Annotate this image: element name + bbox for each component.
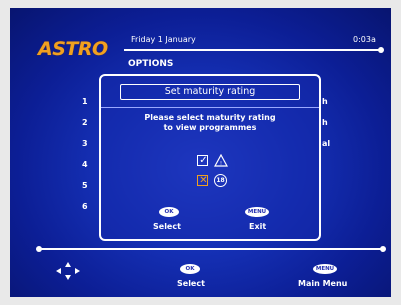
select-button-label[interactable]: Select bbox=[153, 222, 181, 231]
svg-text:!: ! bbox=[220, 161, 222, 167]
current-time: 0:03a bbox=[353, 35, 376, 44]
dialog-divider bbox=[101, 107, 319, 108]
row-number-4: 4 bbox=[82, 160, 88, 169]
maturity-rating-dialog: Set maturity rating Please select maturi… bbox=[99, 74, 321, 241]
astro-logo: ASTRO bbox=[38, 38, 108, 60]
row-number-3: 3 bbox=[82, 139, 88, 148]
page-title: OPTIONS bbox=[128, 59, 174, 69]
footer-menu-key-icon[interactable]: MENU bbox=[313, 264, 337, 274]
header-divider bbox=[124, 47, 384, 53]
checkbox-checked[interactable]: ✓ bbox=[197, 155, 208, 166]
direction-arrows-icon bbox=[56, 262, 80, 280]
dialog-message-line-2: to view programmes bbox=[163, 123, 257, 132]
background-item-2: h bbox=[322, 118, 328, 127]
footer-divider bbox=[36, 246, 386, 252]
row-number-6: 6 bbox=[82, 202, 88, 211]
exit-button-label[interactable]: Exit bbox=[249, 222, 266, 231]
warning-triangle-icon: ! bbox=[214, 154, 228, 167]
footer-select-label[interactable]: Select bbox=[177, 279, 205, 288]
cross-icon: ✕ bbox=[199, 175, 208, 186]
dialog-message-line-1: Please select maturity rating bbox=[144, 113, 276, 122]
ok-key-icon[interactable]: OK bbox=[159, 207, 179, 217]
row-number-2: 2 bbox=[82, 118, 88, 127]
menu-key-icon[interactable]: MENU bbox=[245, 207, 269, 217]
rating-18-icon: 18 bbox=[214, 174, 227, 187]
row-number-5: 5 bbox=[82, 181, 88, 190]
checkmark-icon: ✓ bbox=[199, 155, 208, 166]
row-number-1: 1 bbox=[82, 97, 88, 106]
footer-main-menu-label[interactable]: Main Menu bbox=[298, 279, 347, 288]
dialog-message: Please select maturity rating to view pr… bbox=[111, 113, 309, 133]
dialog-title: Set maturity rating bbox=[120, 84, 300, 100]
footer-ok-key-icon[interactable]: OK bbox=[180, 264, 200, 274]
checkbox-crossed[interactable]: ✕ bbox=[197, 175, 208, 186]
background-item-1: h bbox=[322, 97, 328, 106]
background-item-3: al bbox=[322, 139, 331, 148]
current-date: Friday 1 January bbox=[131, 35, 196, 44]
